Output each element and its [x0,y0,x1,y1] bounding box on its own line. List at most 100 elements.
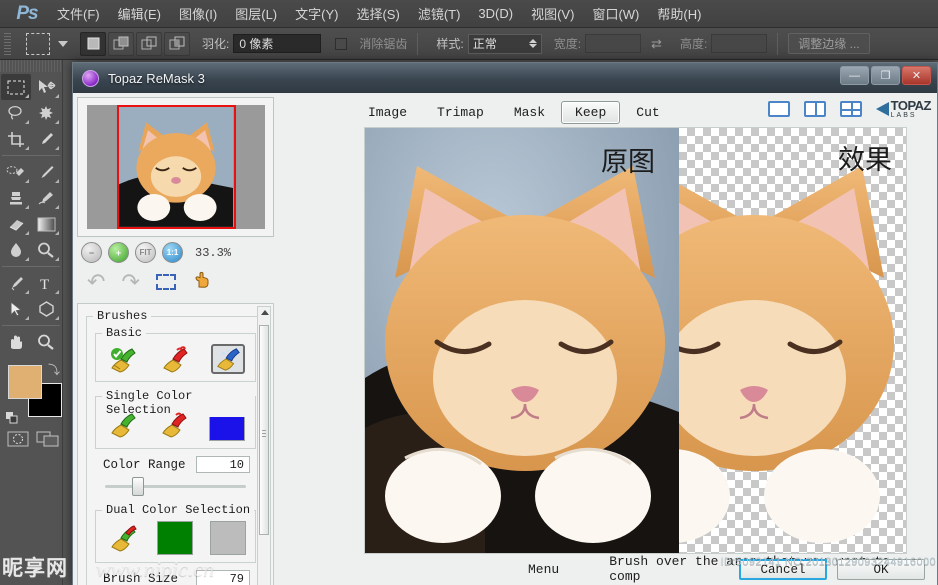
image-canvas[interactable]: 原图 效果 [364,127,907,554]
view-single-button[interactable] [767,101,790,117]
canvas-effect-pane[interactable] [679,128,906,553]
minimize-button[interactable]: — [840,66,869,85]
current-tool-icon[interactable] [26,32,50,55]
reset-colors-icon[interactable] [6,411,18,424]
menu-button[interactable]: Menu [528,562,559,577]
zoom-actual-button[interactable]: 1:1 [162,242,183,263]
zoom-fit-button[interactable]: FIT [135,242,156,263]
chevron-down-icon[interactable] [58,40,68,47]
tab-mask[interactable]: Mask [500,101,559,124]
view-quad-button[interactable] [839,101,862,117]
menu-select[interactable]: 选择(S) [347,1,408,26]
brush-keep-icon[interactable] [106,344,140,374]
color-range-value[interactable]: 10 [196,456,250,473]
tool-palette-grip[interactable] [0,60,62,72]
options-divider-2 [777,32,779,55]
tool-eyedropper[interactable] [31,126,61,152]
navigator-panel[interactable] [77,97,274,237]
dual-color-swatch-a[interactable] [156,521,193,555]
single-color-keep-brush-icon[interactable] [106,409,140,439]
menu-edit[interactable]: 编辑(E) [109,1,170,26]
menu-layer[interactable]: 图层(L) [226,1,286,26]
view-mode-buttons: TOPAZ LABS [767,99,932,119]
tool-zoom[interactable] [31,329,61,355]
tool-blur[interactable] [1,237,31,263]
tool-move[interactable] [31,74,61,100]
tool-path-selection[interactable] [1,296,31,322]
menu-filter[interactable]: 滤镜(T) [409,1,470,26]
height-input[interactable] [711,34,768,53]
dual-color-brush-icon[interactable] [106,523,140,553]
menu-type[interactable]: 文字(Y) [286,1,347,26]
menu-help[interactable]: 帮助(H) [648,1,710,26]
marquee-icon[interactable] [155,274,176,290]
tool-dodge[interactable] [31,237,61,263]
selection-subtract-button[interactable] [136,31,162,56]
options-divider-1 [417,32,419,55]
scroll-up-icon[interactable] [261,310,269,315]
menu-3d[interactable]: 3D(D) [469,3,522,24]
color-range-slider[interactable] [105,476,246,496]
brush-compute-icon[interactable] [210,344,245,374]
menu-image[interactable]: 图像(I) [170,1,226,26]
quick-mask-icon[interactable] [6,429,30,449]
tool-hand[interactable] [1,329,31,355]
view-split-button[interactable] [803,101,826,117]
tool-crop[interactable] [1,126,31,152]
color-range-label: Color Range [103,457,186,472]
zoom-in-button[interactable]: + [108,242,129,263]
single-color-cut-brush-icon[interactable] [157,409,191,439]
hand-pointer-icon[interactable] [192,270,212,295]
screen-mode-icon[interactable] [36,429,60,449]
tool-eraser[interactable] [1,211,31,237]
tool-type[interactable]: T [31,270,61,296]
menu-view[interactable]: 视图(V) [522,1,583,26]
menu-file[interactable]: 文件(F) [48,1,109,26]
selection-add-button[interactable] [108,31,134,56]
topaz-title-bar[interactable]: Topaz ReMask 3 — ❐ ✕ [73,63,937,93]
menu-window[interactable]: 窗口(W) [583,1,648,26]
tool-pen[interactable] [1,270,31,296]
tab-image[interactable]: Image [354,101,421,124]
color-range-slider-knob[interactable] [131,477,144,496]
tool-lasso[interactable] [1,100,31,126]
foreground-color-swatch[interactable] [8,365,42,399]
navigator-backdrop [86,105,265,229]
antialias-checkbox[interactable] [335,37,348,50]
feather-input[interactable]: 0 像素 [233,34,322,53]
selection-new-button[interactable] [80,31,106,56]
color-range-row: Color Range 10 [103,456,250,473]
brushes-scrollbar[interactable] [257,306,271,585]
width-input[interactable] [585,34,642,53]
swap-dimensions-icon[interactable]: ⇄ [651,36,662,52]
tool-magic-wand[interactable] [31,100,61,126]
tool-brush[interactable] [31,159,61,185]
tool-marquee[interactable] [1,74,31,100]
zoom-out-button[interactable]: − [81,242,102,263]
close-button[interactable]: ✕ [902,66,931,85]
tool-shape[interactable] [31,296,61,322]
tool-clone-stamp[interactable] [1,185,31,211]
canvas-original-pane[interactable] [365,128,679,553]
selection-mode-group [80,31,190,56]
tool-history-brush[interactable] [31,185,61,211]
selection-intersect-button[interactable] [164,31,190,56]
maximize-button[interactable]: ❐ [871,66,900,85]
brush-cut-icon[interactable] [158,344,192,374]
tool-divider-1 [2,155,60,156]
tool-healing-brush[interactable] [1,159,31,185]
tab-keep[interactable]: Keep [561,100,621,124]
tab-trimap[interactable]: Trimap [423,101,498,124]
tool-gradient[interactable] [31,211,61,237]
navigator-history-controls: ↶ ↷ [77,263,274,299]
swap-colors-icon[interactable]: ⤵ [48,361,60,378]
brushes-scrollbar-thumb[interactable] [259,325,269,535]
dual-color-swatch-b[interactable] [209,521,246,555]
redo-icon[interactable]: ↷ [121,269,139,295]
window-controls: — ❐ ✕ [840,66,931,85]
refine-edge-button[interactable]: 调整边缘 ... [788,33,870,54]
undo-icon[interactable]: ↶ [87,269,105,295]
tab-cut[interactable]: Cut [622,101,673,124]
options-bar-grip[interactable] [4,32,11,55]
style-select[interactable]: 正常 [467,33,542,54]
